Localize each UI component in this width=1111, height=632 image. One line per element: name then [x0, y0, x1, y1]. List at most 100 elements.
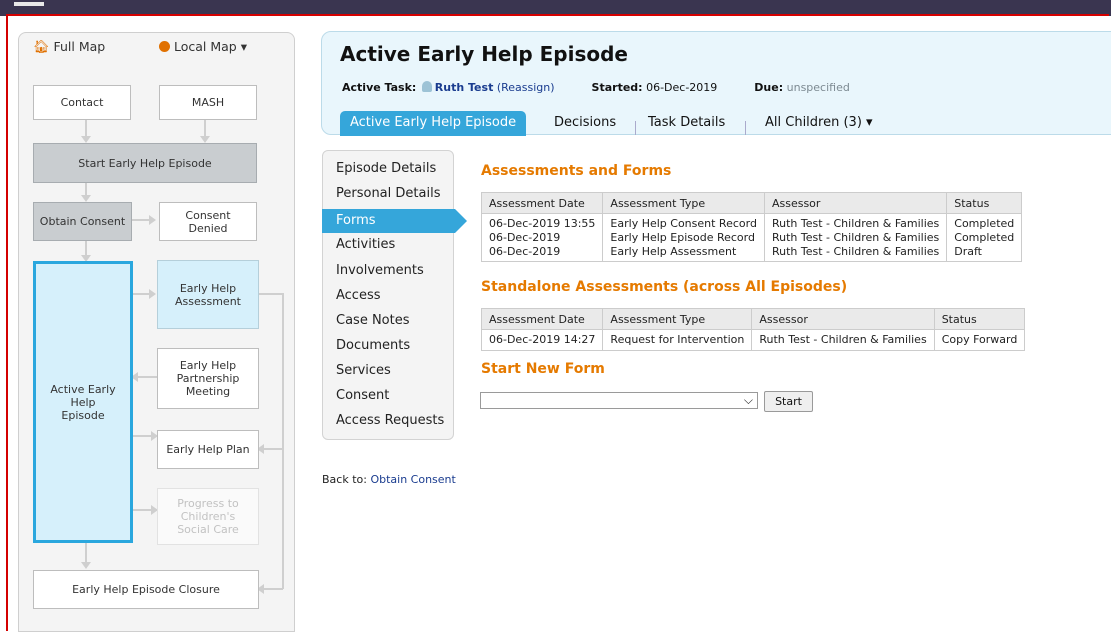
subnav-forms[interactable]: Forms [322, 209, 467, 233]
node-obtain-consent[interactable]: Obtain Consent [33, 202, 132, 241]
cell-assessor: Ruth Test - Children & Families [751, 329, 935, 351]
task-info: Active Task: Ruth Test (Reassign) Starte… [342, 81, 850, 94]
local-map-dropdown[interactable]: Local Map ▾ [159, 39, 247, 54]
form-type-select[interactable]: ⌵ [480, 392, 758, 409]
workflow-map-panel: 🏠︎ Full Map Local Map ▾ Contact MASH Sta… [18, 32, 295, 632]
reassign-link[interactable]: (Reassign) [497, 81, 555, 94]
start-button[interactable]: Start [764, 391, 813, 412]
column-header: Assessor [751, 308, 935, 330]
logo [14, 2, 44, 6]
arrow-right-icon [149, 289, 156, 299]
page-title: Active Early Help Episode [340, 42, 628, 66]
column-header: Assessment Type [602, 308, 753, 330]
tab-task-details[interactable]: Task Details [648, 111, 725, 136]
table-row[interactable]: 06-Dec-2019 Early Help Assessment Ruth T… [482, 245, 1022, 262]
tab-decisions[interactable]: Decisions [554, 111, 616, 136]
cell-type: Early Help Consent Record [602, 213, 765, 231]
subnav-services[interactable]: Services [336, 363, 391, 378]
cell-type: Request for Intervention [602, 329, 752, 351]
node-early-help-episode-closure[interactable]: Early Help Episode Closure [33, 570, 259, 609]
column-header: Assessment Date [480, 192, 604, 214]
node-label: Consent Denied [185, 208, 231, 235]
full-map-link[interactable]: 🏠︎ Full Map [33, 39, 105, 55]
node-label: Early Help Plan [166, 443, 250, 456]
full-map-label: Full Map [53, 39, 106, 54]
tab-active-early-help-episode[interactable]: Active Early Help Episode [340, 111, 527, 136]
connector [282, 293, 284, 589]
episode-header: Active Early Help Episode Active Task: R… [321, 31, 1111, 136]
arrow-down-icon [81, 562, 91, 569]
column-header: Assessor [763, 192, 948, 214]
node-label: Early Help Episode Closure [72, 583, 220, 596]
map-header: 🏠︎ Full Map Local Map ▾ [19, 33, 294, 61]
subnav-access[interactable]: Access [336, 288, 381, 303]
node-label: Early Help Assessment [175, 281, 241, 308]
started-value: 06-Dec-2019 [646, 81, 718, 94]
node-mash[interactable]: MASH [159, 85, 257, 120]
table-row[interactable]: 06-Dec-2019 14:27 Request for Interventi… [482, 329, 1025, 351]
cell-date: 06-Dec-2019 14:27 [489, 333, 596, 346]
table-row[interactable]: 06-Dec-2019 13:55 Early Help Consent Rec… [482, 213, 1022, 231]
subnav-consent[interactable]: Consent [336, 388, 389, 403]
started-label: Started: [591, 81, 643, 94]
tab-separator [745, 121, 746, 135]
cell-assessor: Ruth Test - Children & Families [763, 245, 947, 262]
subnav-case-notes[interactable]: Case Notes [336, 313, 410, 328]
subnav-access-requests[interactable]: Access Requests [336, 413, 444, 428]
episode-subnav: Episode Details Personal Details Forms A… [322, 150, 467, 440]
node-start-early-help-episode[interactable]: Start Early Help Episode [33, 143, 257, 183]
column-header: Assessment Date [480, 308, 604, 330]
arrow-right-icon [149, 215, 156, 225]
node-early-help-partnership-meeting[interactable]: Early Help Partnership Meeting [157, 348, 259, 409]
due-label: Due: [754, 81, 784, 94]
subnav-personal-details[interactable]: Personal Details [336, 186, 440, 201]
node-contact[interactable]: Contact [33, 85, 131, 120]
cell-type: Early Help Assessment [602, 245, 765, 262]
cell-date: 06-Dec-2019 [489, 245, 561, 258]
tab-all-children[interactable]: All Children (3) ▾ [765, 111, 873, 136]
cell-assessor: Ruth Test - Children & Families [763, 213, 947, 231]
location-dot-icon [159, 41, 170, 52]
start-new-form-title: Start New Form [481, 361, 605, 377]
back-to-obtain-consent-link[interactable]: Obtain Consent [370, 473, 455, 486]
node-early-help-plan[interactable]: Early Help Plan [157, 430, 259, 469]
connector [259, 293, 283, 295]
assessments-section-title: Assessments and Forms [481, 163, 672, 179]
active-task-label: Active Task: [342, 81, 417, 94]
cell-status: Completed [946, 213, 1022, 231]
connector [204, 118, 206, 138]
subnav-involvements[interactable]: Involvements [336, 263, 424, 278]
chevron-down-icon: ⌵ [743, 393, 753, 407]
subnav-activities[interactable]: Activities [336, 237, 395, 252]
node-label: Progress to Children's Social Care [177, 497, 239, 536]
back-to: Back to: Obtain Consent [322, 473, 456, 486]
node-label: MASH [191, 96, 225, 109]
node-consent-denied[interactable]: Consent Denied [159, 202, 257, 241]
cell-date: 06-Dec-2019 [489, 231, 561, 244]
standalone-section-title: Standalone Assessments (across All Episo… [481, 279, 848, 295]
node-label: Early Help Partnership Meeting [176, 359, 240, 398]
assigned-person-link[interactable]: Ruth Test [435, 81, 494, 94]
due-value: unspecified [786, 81, 850, 94]
arrow-down-icon [200, 136, 210, 143]
arrow-down-icon [81, 136, 91, 143]
connector [131, 293, 151, 295]
cell-date: 06-Dec-2019 13:55 [489, 217, 596, 230]
cell-type: Early Help Episode Record [602, 231, 765, 245]
node-label: Start Early Help Episode [78, 156, 212, 170]
column-header: Assessment Type [602, 192, 765, 214]
arrow-down-icon [81, 195, 91, 202]
subnav-documents[interactable]: Documents [336, 338, 410, 353]
column-header: Status [946, 192, 1023, 214]
connector [85, 118, 87, 138]
back-to-label: Back to: [322, 473, 367, 486]
node-active-early-help-episode[interactable]: Active Early Help Episode [33, 261, 133, 543]
cell-status: Copy Forward [933, 329, 1025, 351]
node-label: Obtain Consent [39, 215, 126, 228]
node-early-help-assessment[interactable]: Early Help Assessment [157, 260, 259, 329]
table-row[interactable]: 06-Dec-2019 Early Help Episode Record Ru… [482, 231, 1022, 245]
subnav-episode-details[interactable]: Episode Details [336, 161, 436, 176]
node-label: Active Early Help Episode [50, 382, 116, 422]
assessments-table: Assessment Date Assessment Type Assessor… [480, 192, 1023, 262]
column-header: Status [933, 308, 1026, 330]
